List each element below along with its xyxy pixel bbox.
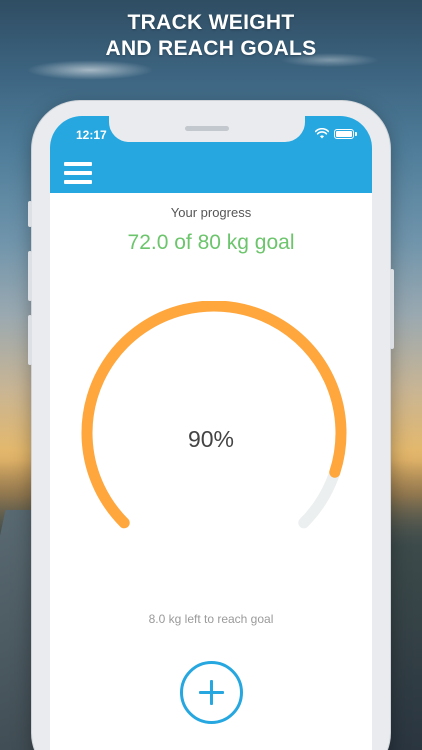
menu-bar-middle [64,171,92,175]
phone-speaker [185,126,229,131]
gauge-fill [81,301,347,529]
wifi-icon [315,128,329,139]
promo-headline: TRACK WEIGHT AND REACH GOALS [0,10,422,62]
headline-line-2: AND REACH GOALS [105,37,317,60]
phone-side-button-mute [28,201,32,227]
progress-label: Your progress [170,205,252,220]
phone-side-button-volume-up [28,251,32,301]
menu-bar-bottom [64,180,92,184]
menu-bar-top [64,162,92,166]
progress-value: 72.0 of 80 kg goal [127,231,295,254]
status-time: 12:17 [76,128,107,142]
status-icons [315,128,357,139]
progress-percent: 90% [187,426,235,452]
battery-icon [334,128,357,139]
phone-side-button-power [390,269,394,349]
phone-notch [109,116,305,142]
hamburger-menu-icon[interactable] [64,162,92,184]
phone-side-button-volume-down [28,315,32,365]
phone-screen: 12:17 Your progress 72.0 of 80 kg goal 9… [50,116,372,750]
remaining-label: 8.0 kg left to reach goal [148,612,274,626]
headline-line-1: TRACK WEIGHT [127,11,295,34]
phone-frame: 12:17 Your progress 72.0 of 80 kg goal 9… [28,101,394,750]
add-weight-button[interactable] [180,661,243,724]
